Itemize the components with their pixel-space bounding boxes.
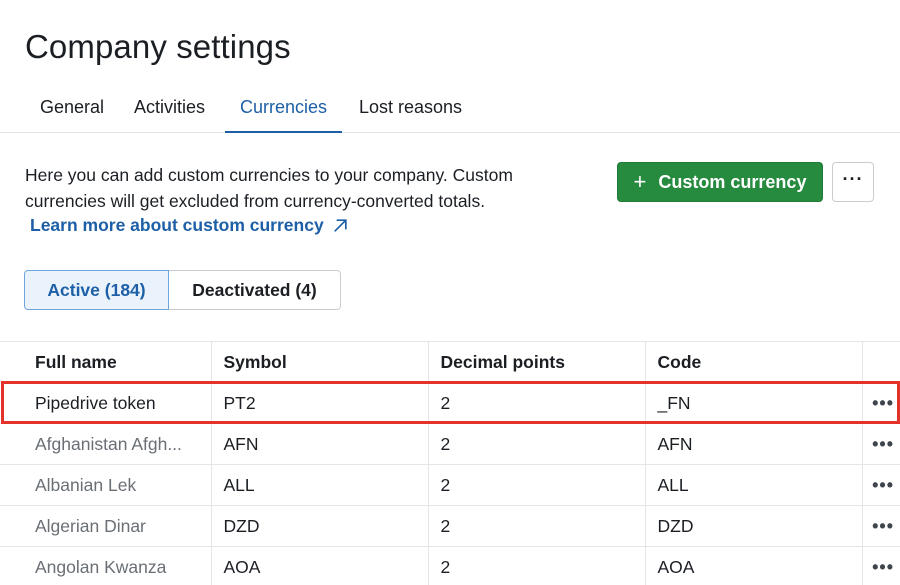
cell-full-name: Afghanistan Afgh... xyxy=(0,423,212,465)
filter-active[interactable]: Active (184) xyxy=(24,270,169,310)
add-custom-currency-button[interactable]: + Custom currency xyxy=(617,162,823,202)
external-arrow-icon xyxy=(334,219,347,232)
company-settings-page: Company settings General Activities Curr… xyxy=(0,0,900,585)
row-more-icon[interactable]: ••• xyxy=(872,393,894,413)
table-row[interactable]: Angolan Kwanza AOA 2 AOA ••• xyxy=(0,546,900,585)
learn-more-link[interactable]: Learn more about custom currency xyxy=(30,215,349,236)
tab-activities[interactable]: Activities xyxy=(119,84,220,133)
table-row[interactable]: Pipedrive token PT2 2 _FN ••• xyxy=(0,382,900,424)
tab-currencies[interactable]: Currencies xyxy=(225,84,343,133)
cell-symbol: AFN xyxy=(211,423,429,465)
filter-deactivated[interactable]: Deactivated (4) xyxy=(169,270,341,310)
tab-lost-reasons[interactable]: Lost reasons xyxy=(344,84,477,133)
tab-general[interactable]: General xyxy=(25,84,119,133)
cell-code: AFN xyxy=(645,423,863,465)
add-custom-currency-label: Custom currency xyxy=(658,171,807,192)
cell-code: DZD xyxy=(645,505,863,547)
currency-status-filter: Active (184) Deactivated (4) xyxy=(24,270,341,310)
column-header-code[interactable]: Code xyxy=(645,341,863,383)
row-more-icon[interactable]: ••• xyxy=(872,557,894,577)
row-more-icon[interactable]: ••• xyxy=(872,516,894,536)
currencies-table: Full name Symbol Decimal points Code Pip… xyxy=(0,341,900,585)
column-header-symbol[interactable]: Symbol xyxy=(211,341,429,383)
table-row[interactable]: Albanian Lek ALL 2 ALL ••• xyxy=(0,464,900,506)
cell-symbol: PT2 xyxy=(211,382,429,424)
cell-decimal-points: 2 xyxy=(428,505,646,547)
more-options-button[interactable]: ··· xyxy=(832,162,874,202)
row-more-icon[interactable]: ••• xyxy=(872,434,894,454)
page-title: Company settings xyxy=(25,28,291,65)
column-header-full-name[interactable]: Full name xyxy=(0,341,212,383)
cell-decimal-points: 2 xyxy=(428,423,646,465)
settings-tabs: General Activities Currencies Lost reaso… xyxy=(0,84,900,133)
cell-full-name: Algerian Dinar xyxy=(0,505,212,547)
cell-full-name: Albanian Lek xyxy=(0,464,212,506)
table-header-row: Full name Symbol Decimal points Code xyxy=(0,341,900,383)
cell-code: AOA xyxy=(645,546,863,585)
table-row[interactable]: Afghanistan Afgh... AFN 2 AFN ••• xyxy=(0,423,900,465)
cell-symbol: AOA xyxy=(211,546,429,585)
more-horizontal-icon: ··· xyxy=(842,169,864,189)
learn-more-label: Learn more about custom currency xyxy=(30,215,324,235)
currencies-description: Here you can add custom currencies to yo… xyxy=(25,165,513,211)
plus-icon: + xyxy=(633,169,647,194)
cell-code: _FN xyxy=(645,382,863,424)
cell-code: ALL xyxy=(645,464,863,506)
column-header-decimal-points[interactable]: Decimal points xyxy=(428,341,646,383)
cell-decimal-points: 2 xyxy=(428,546,646,585)
cell-full-name: Angolan Kwanza xyxy=(0,546,212,585)
cell-full-name: Pipedrive token xyxy=(0,382,212,424)
cell-decimal-points: 2 xyxy=(428,382,646,424)
row-more-icon[interactable]: ••• xyxy=(872,475,894,495)
column-header-actions xyxy=(862,341,900,383)
cell-symbol: ALL xyxy=(211,464,429,506)
cell-decimal-points: 2 xyxy=(428,464,646,506)
cell-symbol: DZD xyxy=(211,505,429,547)
table-row[interactable]: Algerian Dinar DZD 2 DZD ••• xyxy=(0,505,900,547)
